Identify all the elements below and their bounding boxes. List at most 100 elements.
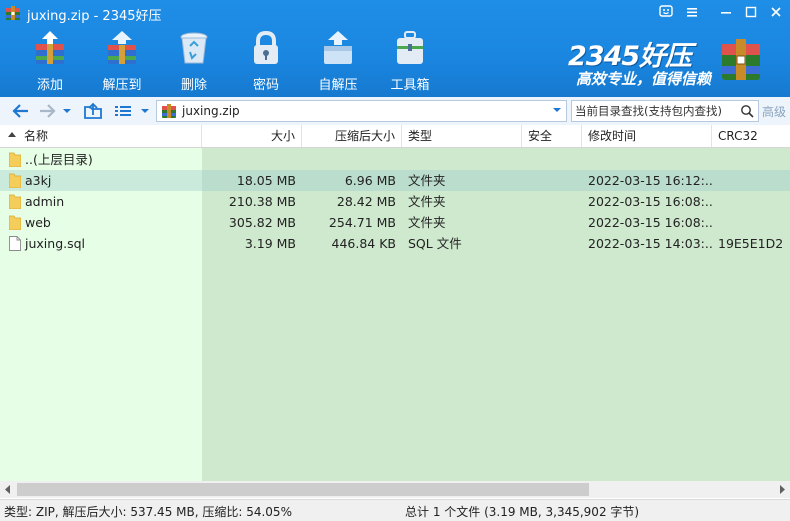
toolbox-icon	[397, 31, 423, 64]
extract-to-button-label: 解压到	[102, 78, 142, 93]
path-dropdown-icon[interactable]	[552, 105, 562, 115]
column-header-size[interactable]: 大小	[202, 125, 302, 147]
brand-banner: 2345好压 高效专业，值得信赖	[560, 30, 788, 90]
maximize-button[interactable]	[740, 2, 762, 22]
add-button-label: 添加	[36, 78, 63, 93]
self-extract-icon	[324, 31, 352, 64]
brand-slogan: 高效专业，值得信赖	[576, 70, 712, 88]
column-header-security[interactable]: 安全	[522, 125, 582, 147]
recycle-bin-icon	[180, 32, 208, 64]
toolbox-button[interactable]: 工具箱	[378, 30, 442, 93]
maximize-icon	[745, 6, 757, 18]
close-icon	[771, 7, 781, 17]
scrollbar-thumb[interactable]	[17, 483, 589, 496]
minimize-button[interactable]	[715, 2, 737, 22]
column-header-type[interactable]: 类型	[402, 125, 522, 147]
smiley-feedback-button[interactable]	[655, 2, 677, 22]
list-view-icon	[115, 106, 131, 116]
extract-to-icon	[108, 31, 136, 64]
close-button[interactable]	[765, 2, 787, 22]
file-size: 18.05 MB	[236, 173, 296, 188]
table-row[interactable]: admin 210.38 MB 28.42 MB 文件夹 2022-03-15 …	[0, 191, 790, 212]
search-box[interactable]	[571, 100, 759, 122]
padlock-icon	[254, 30, 278, 64]
self-extract-button-label: 自解压	[318, 78, 358, 93]
file-type: 文件夹	[408, 194, 446, 209]
forward-arrow-icon	[40, 104, 56, 118]
column-header-crc32[interactable]: CRC32	[712, 125, 790, 147]
file-packed-size: 446.84 KB	[331, 236, 396, 251]
archive-info-status: 类型: ZIP, 解压后大小: 537.45 MB, 压缩比: 54.05%	[4, 505, 292, 519]
zip-archive-icon	[162, 104, 176, 118]
view-mode-button[interactable]	[112, 101, 134, 121]
file-type: 文件夹	[408, 215, 446, 230]
sort-ascending-icon	[8, 132, 16, 137]
delete-button-label: 删除	[180, 78, 207, 93]
back-button[interactable]	[10, 101, 32, 121]
brand-archive-logo-icon	[722, 39, 760, 80]
table-row[interactable]: juxing.sql 3.19 MB 446.84 KB SQL 文件 2022…	[0, 233, 790, 254]
column-header-modified[interactable]: 修改时间	[582, 125, 712, 147]
table-row[interactable]: a3kj 18.05 MB 6.96 MB 文件夹 2022-03-15 16:…	[0, 170, 790, 191]
password-button-label: 密码	[252, 78, 279, 93]
up-folder-icon	[84, 102, 102, 119]
status-bar: 类型: ZIP, 解压后大小: 537.45 MB, 压缩比: 54.05% 总…	[0, 499, 790, 521]
table-row[interactable]: web 305.82 MB 254.71 MB 文件夹 2022-03-15 1…	[0, 212, 790, 233]
column-header-crc32-label: CRC32	[718, 129, 758, 143]
menu-icon	[687, 8, 697, 17]
file-type: SQL 文件	[408, 236, 462, 251]
history-dropdown[interactable]	[60, 101, 74, 121]
window-title: juxing.zip - 2345好压	[27, 9, 162, 24]
file-packed-size: 254.71 MB	[328, 215, 396, 230]
file-packed-size: 6.96 MB	[344, 173, 396, 188]
column-header-type-label: 类型	[408, 129, 433, 143]
file-name: ..(上层目录)	[25, 152, 93, 167]
chevron-down-icon	[63, 109, 71, 113]
file-name: a3kj	[25, 173, 52, 188]
search-input[interactable]	[575, 101, 735, 121]
file-size: 305.82 MB	[228, 215, 296, 230]
path-text: juxing.zip	[182, 104, 240, 118]
scroll-left-arrow-icon[interactable]	[0, 481, 17, 498]
file-crc32: 19E5E1D2	[718, 236, 784, 251]
path-field[interactable]: juxing.zip	[156, 100, 567, 122]
column-header-name[interactable]: 名称	[0, 125, 202, 147]
file-crc32	[712, 191, 790, 212]
up-level-button[interactable]	[82, 101, 104, 121]
app-logo-icon	[6, 6, 20, 20]
add-archive-icon	[36, 31, 64, 64]
column-header-modified-label: 修改时间	[588, 129, 637, 143]
horizontal-scrollbar[interactable]	[0, 481, 790, 498]
delete-button[interactable]: 删除	[162, 30, 226, 93]
file-name: web	[25, 215, 51, 230]
list-header: 名称 大小 压缩后大小 类型 安全 修改时间 CRC32	[0, 125, 790, 148]
add-button[interactable]: 添加	[18, 30, 82, 93]
file-modified: 2022-03-15 16:08:...	[588, 194, 712, 209]
file-crc32	[712, 212, 790, 233]
self-extract-button[interactable]: 自解压	[306, 30, 370, 93]
advanced-search-link[interactable]: 高级	[762, 103, 786, 120]
extract-to-button[interactable]: 解压到	[90, 30, 154, 93]
column-header-security-label: 安全	[528, 129, 553, 143]
file-crc32	[712, 170, 790, 191]
view-mode-dropdown[interactable]	[138, 101, 152, 121]
menu-button[interactable]	[681, 2, 703, 22]
file-packed-size: 28.42 MB	[336, 194, 396, 209]
scroll-right-arrow-icon[interactable]	[773, 481, 790, 498]
password-button[interactable]: 密码	[234, 30, 298, 93]
column-header-packed-size-label: 压缩后大小	[334, 129, 395, 143]
back-arrow-icon	[12, 104, 28, 118]
minimize-icon	[721, 12, 731, 14]
list-item-parent-dir[interactable]: ..(上层目录)	[0, 149, 790, 170]
file-modified: 2022-03-15 16:12:...	[588, 173, 712, 188]
title-toolbar-band: juxing.zip - 2345好压 添加 解压到 删除 密码 自解压 工具箱…	[0, 0, 790, 97]
file-list: 名称 大小 压缩后大小 类型 安全 修改时间 CRC32 ..(上层目录) a3…	[0, 125, 790, 481]
column-header-packed-size[interactable]: 压缩后大小	[302, 125, 402, 147]
file-size: 3.19 MB	[244, 236, 296, 251]
title-bar: juxing.zip - 2345好压	[0, 0, 790, 26]
file-modified: 2022-03-15 16:08:...	[588, 215, 712, 230]
column-header-name-label: 名称	[24, 129, 49, 143]
search-icon[interactable]	[740, 104, 754, 118]
selection-total-status: 总计 1 个文件 (3.19 MB, 3,345,902 字节)	[405, 505, 640, 519]
forward-button[interactable]	[36, 101, 58, 121]
